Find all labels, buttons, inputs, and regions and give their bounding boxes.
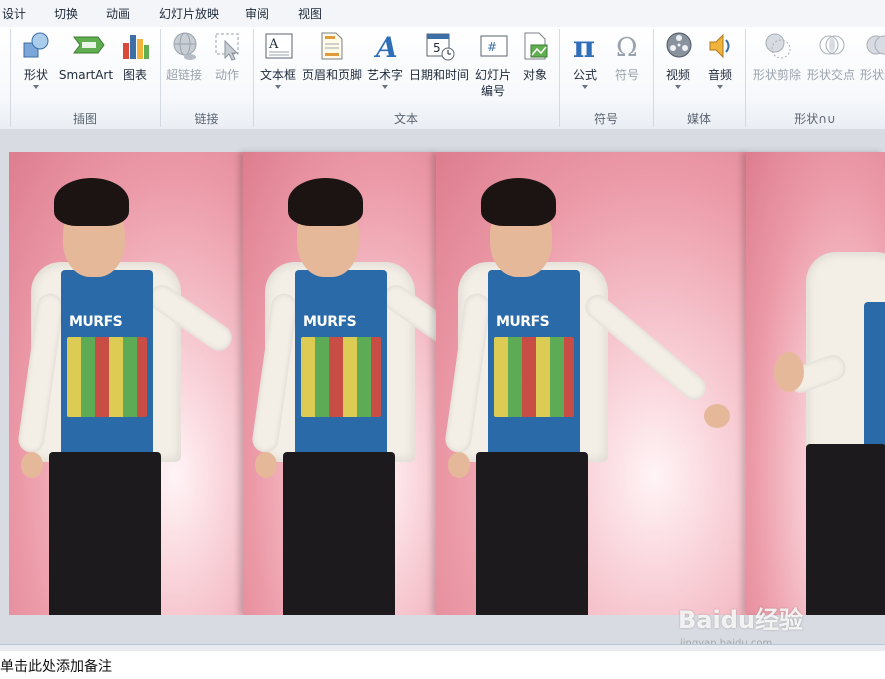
datetime-label: 日期和时间	[408, 68, 469, 82]
shape-union-button[interactable]: 形状组	[858, 31, 885, 83]
bar-chart-icon	[121, 31, 149, 61]
slide-number-label-1: 幻灯片	[474, 68, 511, 82]
slide-number-icon: #	[479, 31, 508, 61]
slide-number-label-2: 编号	[480, 84, 505, 98]
header-footer-icon	[318, 31, 346, 61]
textbox-button[interactable]: A 文本框	[258, 31, 298, 89]
shirt-text: MURFS	[69, 314, 123, 330]
action-button[interactable]: 动作	[209, 31, 245, 83]
chevron-down-icon	[582, 85, 588, 89]
slide-photo-2[interactable]: MURFS	[243, 152, 437, 615]
shirt-text: MURFS	[303, 314, 357, 330]
calendar-clock-icon: 5	[425, 31, 455, 61]
audio-label: 音频	[707, 68, 732, 82]
chevron-down-icon	[33, 85, 39, 89]
baidu-watermark: Baidu经验	[678, 606, 803, 634]
person-figure: MURFS	[9, 152, 245, 615]
globe-link-icon	[170, 31, 198, 61]
shape-label: 形状	[23, 68, 48, 82]
pi-icon: π	[571, 30, 599, 65]
svg-text:π: π	[573, 31, 595, 61]
hyperlink-label: 超链接	[165, 68, 202, 82]
tab-animations[interactable]: 动画	[106, 5, 130, 22]
video-label: 视频	[665, 68, 690, 82]
svg-text:Ω: Ω	[616, 33, 638, 61]
datetime-button[interactable]: 5 日期和时间	[408, 31, 470, 83]
action-label: 动作	[214, 68, 239, 82]
smartart-button[interactable]: SmartArt	[58, 31, 114, 83]
slide-photo-3[interactable]: MURFS	[436, 152, 748, 615]
symbol-button[interactable]: Ω 符号	[610, 31, 644, 83]
slide-photo-4[interactable]	[746, 152, 885, 615]
film-reel-icon	[664, 31, 692, 61]
person-figure	[746, 152, 885, 615]
group-label-links: 链接	[194, 112, 219, 126]
svg-text:A: A	[268, 37, 279, 52]
shape-subtract-icon	[763, 31, 791, 61]
ribbon-tab-bar: 设计 切换 动画 幻灯片放映 审阅 视图	[0, 0, 885, 28]
tab-review[interactable]: 审阅	[245, 5, 269, 22]
shape-intersect-icon	[817, 31, 845, 61]
tab-view[interactable]: 视图	[298, 5, 322, 22]
person-figure: MURFS	[436, 152, 748, 615]
svg-text:5: 5	[433, 41, 441, 55]
equation-button[interactable]: π 公式	[566, 30, 604, 89]
shape-union-label: 形状组	[859, 68, 885, 82]
group-label-media: 媒体	[686, 112, 711, 126]
group-label-text: 文本	[393, 112, 418, 126]
chart-label: 图表	[122, 68, 147, 82]
wordart-label: 艺术字	[366, 68, 403, 82]
slide-number-button[interactable]: # 幻灯片 编号	[474, 31, 512, 99]
chevron-down-icon	[275, 85, 281, 89]
header-footer-label: 页眉和页脚	[302, 68, 363, 82]
tab-design[interactable]: 设计	[2, 5, 26, 22]
tab-transitions[interactable]: 切换	[54, 5, 78, 22]
svg-text:A: A	[373, 31, 398, 61]
wordart-button[interactable]: A 艺术字	[366, 31, 404, 89]
object-icon	[521, 31, 549, 61]
shape-intersect-button[interactable]: 形状交点	[805, 31, 857, 83]
audio-button[interactable]: 音频	[702, 31, 738, 89]
hyperlink-button[interactable]: 超链接	[164, 31, 204, 83]
video-button[interactable]: 视频	[660, 31, 696, 89]
shape-intersect-label: 形状交点	[806, 68, 855, 82]
chart-button[interactable]: 图表	[118, 31, 152, 83]
notes-pane[interactable]: 单击此处添加备注	[0, 651, 885, 679]
shape-button[interactable]: 形状	[18, 31, 54, 89]
textbox-icon: A	[264, 31, 293, 61]
slide-photo-1[interactable]: MURFS	[9, 152, 245, 615]
object-button[interactable]: 对象	[518, 31, 552, 83]
header-footer-button[interactable]: 页眉和页脚	[302, 31, 362, 83]
notes-placeholder[interactable]: 单击此处添加备注	[0, 656, 112, 676]
speaker-icon	[706, 31, 734, 61]
svg-text:#: #	[487, 40, 497, 54]
chevron-down-icon	[675, 85, 681, 89]
object-label: 对象	[522, 68, 547, 82]
shirt-text: MURFS	[496, 314, 550, 330]
shape-icon	[22, 31, 50, 61]
equation-label: 公式	[572, 68, 597, 82]
action-cursor-icon	[213, 31, 241, 61]
group-label-illustrations: 插图	[72, 112, 97, 126]
omega-icon: Ω	[613, 31, 641, 63]
person-figure: MURFS	[243, 152, 437, 615]
wordart-icon: A	[371, 31, 399, 64]
tab-slideshow[interactable]: 幻灯片放映	[159, 5, 219, 22]
textbox-label: 文本框	[259, 68, 296, 82]
shape-subtract-button[interactable]: 形状剪除	[750, 31, 804, 83]
group-label-shapes: 形状∩∪	[794, 112, 836, 126]
shape-subtract-label: 形状剪除	[752, 68, 801, 82]
ribbon: 形状 SmartArt 图表 插图 超链接 动作 链接 A 文本框 页眉和页脚 …	[0, 27, 885, 130]
smartart-icon	[72, 31, 105, 61]
symbol-label: 符号	[614, 68, 639, 82]
smartart-label: SmartArt	[58, 68, 114, 82]
chevron-down-icon	[717, 85, 723, 89]
shape-union-icon	[864, 31, 885, 61]
group-label-symbols: 符号	[593, 112, 618, 126]
chevron-down-icon	[382, 85, 388, 89]
